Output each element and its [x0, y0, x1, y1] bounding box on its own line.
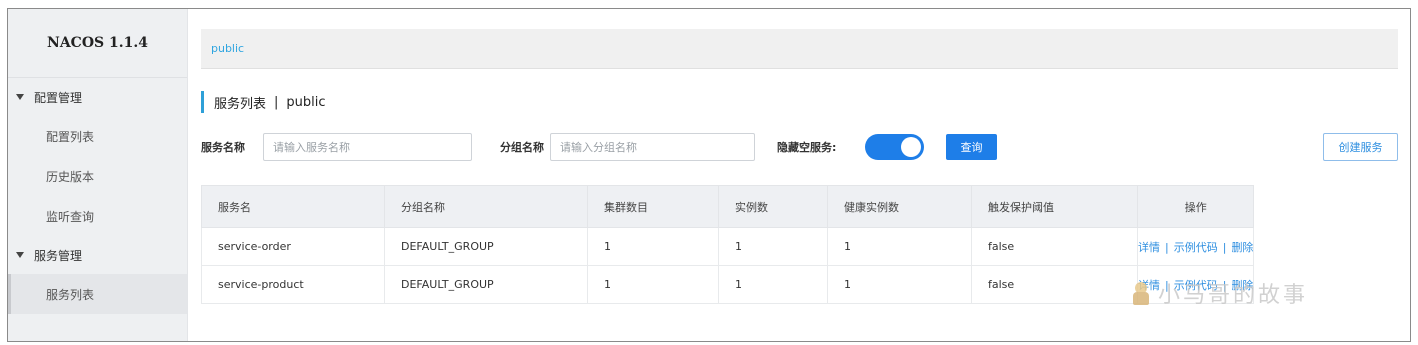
- page-title-namespace: public: [286, 94, 326, 110]
- caret-down-icon: [16, 252, 24, 258]
- col-header-instance-count: 实例数: [718, 185, 828, 228]
- menu-item-service-list[interactable]: 服务列表: [8, 274, 187, 314]
- cell-threshold: false: [971, 227, 1138, 266]
- cell-cluster-count: 1: [587, 265, 719, 304]
- action-separator: |: [1165, 240, 1169, 254]
- cell-threshold: false: [971, 265, 1138, 304]
- cell-healthy-count: 1: [827, 227, 972, 266]
- table-header-row: 服务名 分组名称 集群数目 实例数 健康实例数 触发保护阈值 操作: [201, 185, 1255, 228]
- cell-service-name: service-order: [201, 227, 385, 266]
- caret-down-icon: [16, 94, 24, 100]
- hide-empty-label: 隐藏空服务:: [777, 141, 837, 154]
- filter-row: 服务名称 分组名称 隐藏空服务: 查询 创建服务: [201, 133, 1398, 163]
- col-header-group-name: 分组名称: [384, 185, 588, 228]
- sample-code-link[interactable]: 示例代码: [1174, 241, 1218, 254]
- action-separator: |: [1222, 240, 1227, 254]
- create-service-button[interactable]: 创建服务: [1323, 133, 1398, 161]
- detail-link[interactable]: 详情: [1138, 241, 1160, 254]
- cell-cluster-count: 1: [587, 227, 719, 266]
- col-header-service-name: 服务名: [201, 185, 385, 228]
- namespace-link-public[interactable]: public: [211, 42, 244, 55]
- col-header-healthy-count: 健康实例数: [827, 185, 972, 228]
- toggle-knob: [901, 137, 921, 157]
- cell-group-name: DEFAULT_GROUP: [384, 227, 588, 266]
- col-header-actions: 操作: [1136, 185, 1255, 228]
- hide-empty-toggle[interactable]: [865, 134, 924, 160]
- service-name-input[interactable]: [263, 133, 472, 161]
- menu-item-config-list[interactable]: 配置列表: [8, 116, 187, 156]
- cell-instance-count: 1: [718, 227, 828, 266]
- query-button[interactable]: 查询: [946, 134, 997, 160]
- menu-group-label: 服务管理: [34, 248, 83, 263]
- table-row: service-order DEFAULT_GROUP 1 1 1 false …: [201, 227, 1255, 266]
- menu-group-service[interactable]: 服务管理: [8, 236, 187, 274]
- namespace-bar: public: [201, 29, 1398, 69]
- cell-healthy-count: 1: [827, 265, 972, 304]
- service-name-label: 服务名称: [201, 141, 245, 154]
- cell-service-name: service-product: [201, 265, 385, 304]
- cell-group-name: DEFAULT_GROUP: [384, 265, 588, 304]
- service-table: 服务名 分组名称 集群数目 实例数 健康实例数 触发保护阈值 操作 servic…: [201, 185, 1255, 304]
- cell-actions: 详情 | 示例代码 | 删除: [1136, 227, 1255, 266]
- delete-link[interactable]: 删除: [1231, 241, 1253, 254]
- watermark-logo-icon: [1130, 280, 1152, 306]
- cell-instance-count: 1: [718, 265, 828, 304]
- sidebar: NACOS 1.1.4 配置管理 配置列表 历史版本 监听查询 服务管理 服务列…: [8, 9, 188, 341]
- col-header-threshold: 触发保护阈值: [971, 185, 1138, 228]
- menu-item-history[interactable]: 历史版本: [8, 156, 187, 196]
- col-header-cluster-count: 集群数目: [587, 185, 719, 228]
- title-separator: |: [274, 94, 279, 110]
- page-title: 服务列表 | public: [201, 91, 326, 113]
- group-name-input[interactable]: [550, 133, 755, 161]
- page-title-text: 服务列表: [214, 96, 267, 112]
- watermark-text: 小马哥的故事: [1158, 283, 1309, 308]
- table-row: service-product DEFAULT_GROUP 1 1 1 fals…: [201, 265, 1255, 304]
- watermark: 小马哥的故事: [1130, 277, 1308, 309]
- brand-title: NACOS 1.1.4: [8, 9, 187, 78]
- group-name-label: 分组名称: [500, 141, 544, 154]
- menu-group-config[interactable]: 配置管理: [8, 78, 187, 116]
- menu-item-listener-query[interactable]: 监听查询: [8, 196, 187, 236]
- menu-group-label: 配置管理: [34, 90, 83, 105]
